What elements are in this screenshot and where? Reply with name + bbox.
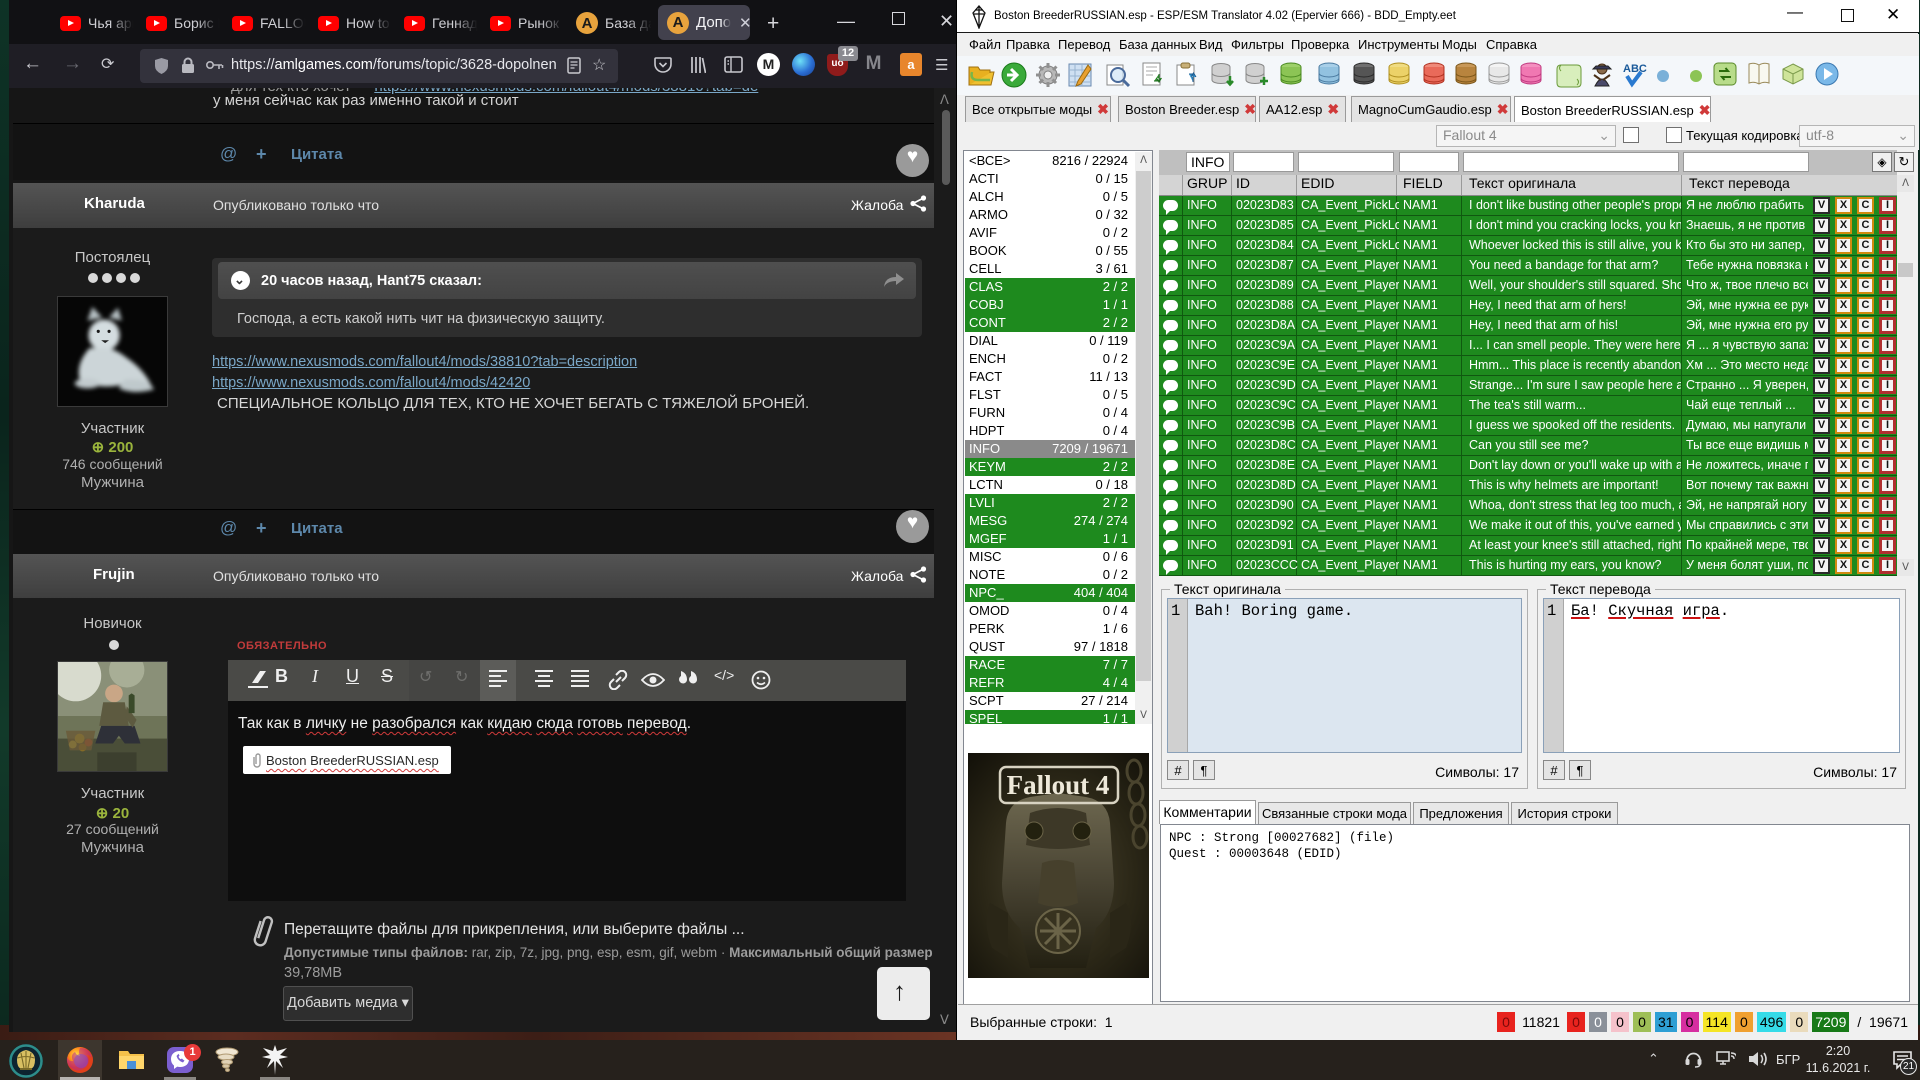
svg-text:Fallout 4: Fallout 4 <box>1007 770 1110 800</box>
svg-text:ABC: ABC <box>1623 63 1647 75</box>
